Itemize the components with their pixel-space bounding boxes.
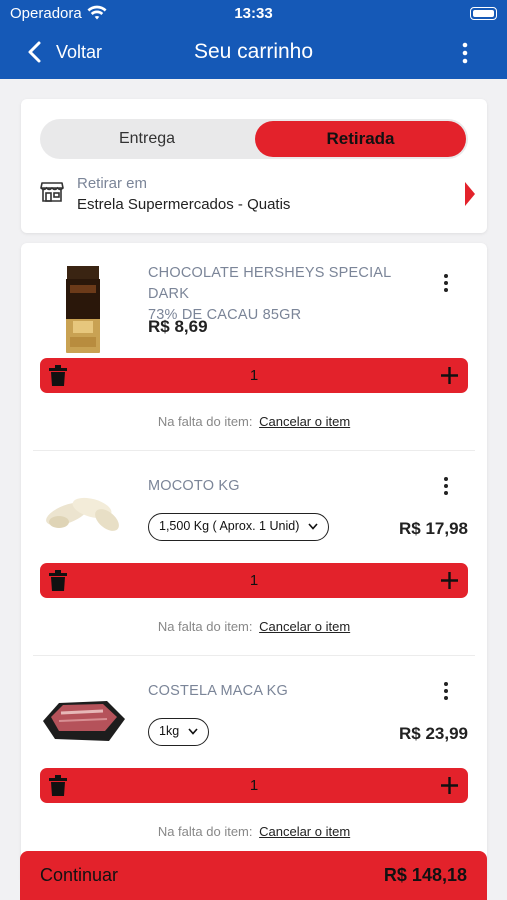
product-name: MOCOTO KG — [148, 478, 240, 494]
quantity-stepper: 1 — [40, 768, 468, 803]
weight-option-value: 1,500 Kg ( Aprox. 1 Unid) — [159, 519, 300, 533]
more-vertical-icon[interactable] — [443, 476, 449, 496]
quantity-stepper: 1 — [40, 563, 468, 598]
plus-icon[interactable] — [440, 776, 459, 795]
status-bar: Operadora 13:33 — [0, 0, 507, 28]
weight-option-select[interactable]: 1,500 Kg ( Aprox. 1 Unid) — [148, 513, 329, 541]
product-image-costela — [43, 701, 125, 741]
status-time: 13:33 — [234, 5, 273, 22]
cancel-item-link[interactable]: Cancelar o item — [259, 824, 350, 839]
cart-item: CHOCOLATE HERSHEYS SPECIAL DARK 73% DE C… — [21, 243, 487, 451]
navigation-bar: Voltar Seu carrinho — [0, 30, 507, 76]
chevron-down-icon — [188, 728, 198, 735]
more-vertical-icon[interactable] — [461, 42, 469, 64]
store-icon — [40, 182, 64, 202]
item-fallback-option: Na falta do item: Cancelar o item — [21, 414, 487, 429]
fallback-label: Na falta do item: — [157, 414, 253, 429]
product-name: COSTELA MACA KG — [148, 683, 288, 699]
cart-items-card: CHOCOLATE HERSHEYS SPECIAL DARK 73% DE C… — [21, 243, 487, 883]
continue-label: Continuar — [40, 865, 119, 885]
item-fallback-option: Na falta do item: Cancelar o item — [21, 619, 487, 634]
item-fallback-option: Na falta do item: Cancelar o item — [21, 824, 487, 839]
weight-option-value: 1kg — [159, 724, 180, 738]
quantity-value: 1 — [249, 777, 259, 794]
pickup-label: Retirar em — [77, 175, 148, 192]
fulfillment-card: Entrega Retirada Retirar em Estrela Supe… — [21, 99, 487, 233]
toggle-option-pickup[interactable]: Retirada — [255, 121, 466, 157]
product-image-mocoto — [46, 497, 119, 531]
weight-option-select[interactable]: 1kg — [148, 718, 209, 746]
cancel-item-link[interactable]: Cancelar o item — [259, 619, 350, 634]
app-header: Operadora 13:33 Voltar Seu carrinho — [0, 0, 507, 79]
toggle-option-delivery[interactable]: Entrega — [40, 119, 254, 159]
page-title: Seu carrinho — [193, 40, 314, 63]
plus-icon[interactable] — [440, 366, 459, 385]
plus-icon[interactable] — [440, 571, 459, 590]
more-vertical-icon[interactable] — [443, 681, 449, 701]
delivery-mode-toggle: Entrega Retirada — [40, 119, 468, 159]
more-vertical-icon[interactable] — [443, 273, 449, 293]
cart-total: R$ 148,18 — [383, 865, 467, 885]
product-price: R$ 23,99 — [399, 724, 468, 743]
battery-icon — [470, 7, 497, 20]
pickup-store-name: Estrela Supermercados - Quatis — [77, 196, 291, 213]
quantity-value: 1 — [249, 367, 259, 384]
fallback-label: Na falta do item: — [157, 824, 253, 839]
quantity-stepper: 1 — [40, 358, 468, 393]
quantity-value: 1 — [249, 572, 259, 589]
arrow-right-icon — [465, 182, 475, 206]
pickup-store-selector[interactable]: Retirar em Estrela Supermercados - Quati… — [40, 169, 475, 221]
chevron-down-icon — [308, 523, 318, 530]
cancel-item-link[interactable]: Cancelar o item — [259, 414, 350, 429]
fallback-label: Na falta do item: — [157, 619, 253, 634]
product-price: R$ 17,98 — [399, 519, 468, 538]
cart-item: MOCOTO KG 1,500 Kg ( Aprox. 1 Unid) R$ 1… — [21, 450, 487, 656]
continue-button[interactable]: Continuar R$ 148,18 — [20, 851, 487, 900]
product-price: R$ 8,69 — [148, 317, 208, 336]
cart-item: COSTELA MACA KG 1kg R$ 23,99 1 Na falta … — [21, 655, 487, 860]
product-image-chocolate — [66, 266, 100, 353]
